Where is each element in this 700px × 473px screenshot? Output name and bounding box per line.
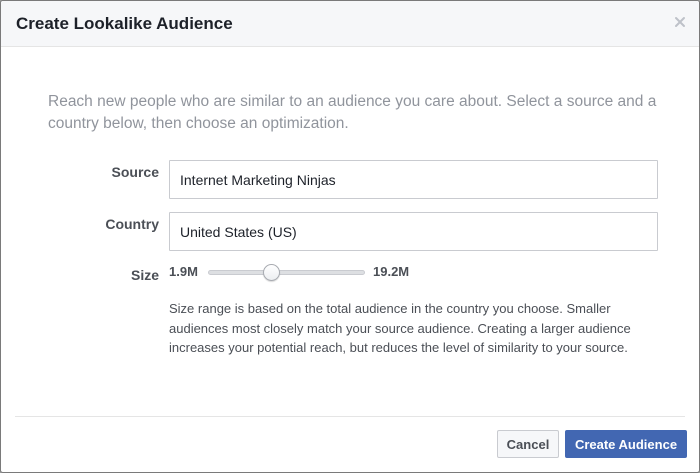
dialog-header: Create Lookalike Audience <box>1 1 699 47</box>
size-max-value: 19.2M <box>373 264 410 279</box>
source-label: Source <box>111 164 159 180</box>
dialog-intro-text: Reach new people who are similar to an a… <box>48 93 657 132</box>
size-slider-handle[interactable] <box>262 264 280 281</box>
size-slider-track[interactable] <box>208 270 365 275</box>
footer-divider <box>15 416 685 417</box>
create-lookalike-dialog: Create Lookalike Audience Reach new peop… <box>0 0 700 473</box>
country-label: Country <box>105 216 159 232</box>
size-help-text: Size range is based on the total audienc… <box>169 301 631 355</box>
source-input[interactable]: Internet Marketing Ninjas <box>169 160 658 199</box>
create-audience-button[interactable]: Create Audience <box>565 430 687 458</box>
country-input[interactable]: United States (US) <box>169 212 658 251</box>
size-label: Size <box>130 267 159 283</box>
dialog-title: Create Lookalike Audience <box>16 14 233 33</box>
size-min-value: 1.9M <box>169 264 198 279</box>
close-icon[interactable] <box>672 14 688 30</box>
cancel-button[interactable]: Cancel <box>497 430 559 458</box>
